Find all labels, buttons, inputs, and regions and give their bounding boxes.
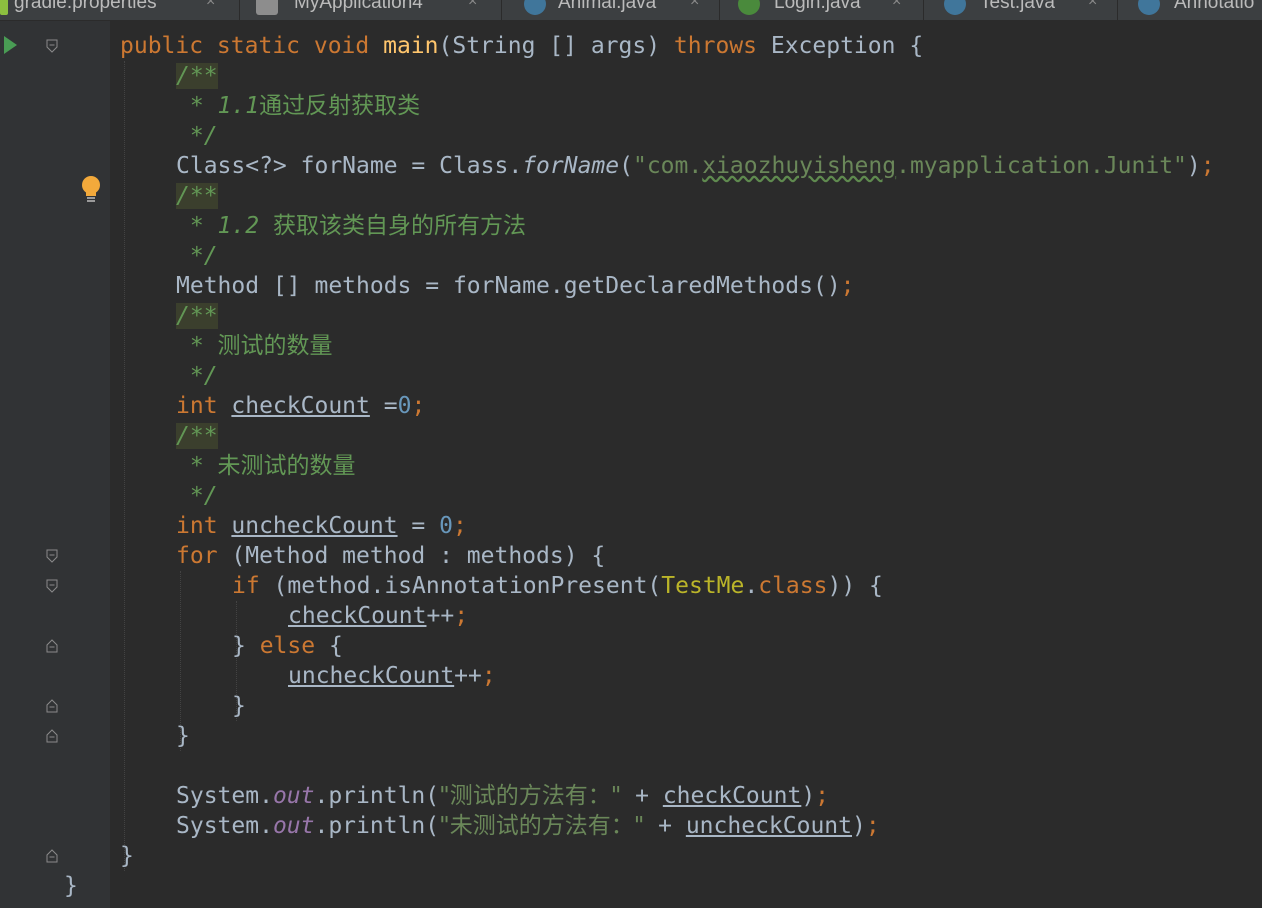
code-line-13: int checkCount =0;	[176, 393, 426, 419]
code-line-14: /**	[176, 423, 218, 449]
code-line-1: public static void main(String [] args) …	[120, 33, 924, 59]
fold-end-icon[interactable]	[46, 729, 58, 743]
tab-label: Animal.java	[558, 0, 657, 13]
tab-label: Annotatio	[1174, 0, 1255, 13]
code-line-27: System.out.println("未测试的方法有：" + uncheckC…	[176, 813, 880, 839]
fold-icon[interactable]	[46, 549, 58, 563]
code-line-15: * 未测试的数量	[176, 453, 356, 479]
close-icon[interactable]: ×	[892, 0, 901, 12]
fold-end-icon[interactable]	[46, 849, 58, 863]
code-line-2: /**	[176, 63, 218, 89]
fold-icon[interactable]	[46, 39, 58, 53]
code-line-11: * 测试的数量	[176, 333, 333, 359]
code-line-4: */	[176, 123, 218, 149]
code-line-29: }	[64, 873, 78, 899]
tab-gradle-properties[interactable]: gradle.properties ×	[0, 0, 240, 20]
tab-label: Test.java	[980, 0, 1055, 13]
code-line-26: System.out.println("测试的方法有：" + checkCoun…	[176, 783, 830, 809]
module-icon	[256, 0, 278, 15]
code-line-20: checkCount++;	[288, 603, 469, 629]
code-line-5: Class<?> forName = Class.forName("com.xi…	[176, 153, 1215, 179]
editor-tab-bar: gradle.properties × MyApplication4 × Ani…	[0, 0, 1262, 21]
code-line-28: }	[120, 843, 134, 869]
code-line-23: }	[232, 693, 246, 719]
close-icon[interactable]: ×	[206, 0, 215, 12]
class-icon	[1138, 0, 1160, 15]
tab-label: Login.java	[774, 0, 861, 13]
code-line-17: int uncheckCount = 0;	[176, 513, 467, 539]
code-line-24: }	[176, 723, 190, 749]
tab-animal-java[interactable]: Animal.java ×	[502, 0, 720, 20]
tab-annotation-java[interactable]: Annotatio	[1118, 0, 1262, 20]
tab-login-java[interactable]: Login.java ×	[720, 0, 924, 20]
code-line-10: /**	[176, 303, 218, 329]
code-line-19: if (method.isAnnotationPresent(TestMe.cl…	[232, 573, 883, 599]
fold-end-icon[interactable]	[46, 639, 58, 653]
code-line-21: } else {	[232, 633, 343, 659]
tab-label: MyApplication4	[294, 0, 423, 13]
code-line-12: */	[176, 363, 218, 389]
tab-myapplication4[interactable]: MyApplication4 ×	[240, 0, 502, 20]
code-line-7: * 1.2 获取该类自身的所有方法	[176, 213, 526, 239]
indent-guide	[124, 61, 125, 871]
code-line-3: * 1.1通过反射获取类	[176, 93, 421, 119]
gradle-icon	[0, 0, 8, 15]
class-icon	[944, 0, 966, 15]
run-icon[interactable]	[4, 36, 17, 54]
code-line-16: */	[176, 483, 218, 509]
close-icon[interactable]: ×	[1088, 0, 1097, 12]
close-icon[interactable]: ×	[468, 0, 477, 12]
code-line-22: uncheckCount++;	[288, 663, 496, 689]
code-line-18: for (Method method : methods) {	[176, 543, 606, 569]
close-icon[interactable]: ×	[690, 0, 699, 12]
code-editor[interactable]: public static void main(String [] args) …	[64, 21, 1262, 908]
code-line-9: Method [] methods = forName.getDeclaredM…	[176, 273, 855, 299]
fold-end-icon[interactable]	[46, 699, 58, 713]
tab-label: gradle.properties	[14, 0, 157, 13]
class-icon	[524, 0, 546, 15]
tab-test-java[interactable]: Test.java ×	[924, 0, 1118, 20]
editor-gutter	[0, 21, 110, 908]
code-line-6: /**	[176, 183, 218, 209]
lightbulb-icon[interactable]	[80, 175, 102, 205]
code-line-8: */	[176, 243, 218, 269]
fold-icon[interactable]	[46, 579, 58, 593]
activity-class-icon	[738, 0, 760, 15]
